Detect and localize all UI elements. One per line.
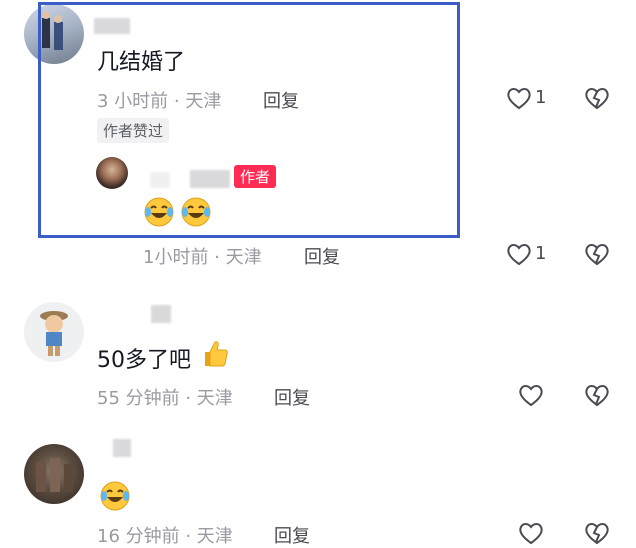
comment-text: 50多了吧	[97, 348, 191, 373]
reply-button[interactable]: 回复	[274, 522, 310, 548]
heart-icon[interactable]	[517, 381, 545, 409]
dislike-heart-icon[interactable]	[583, 381, 611, 409]
avatar[interactable]	[24, 302, 84, 362]
heart-icon[interactable]	[505, 84, 533, 112]
dislike-heart-icon[interactable]	[583, 240, 611, 268]
comment-meta: 16 分钟前 · 天津	[97, 526, 233, 547]
reply-button[interactable]: 回复	[274, 384, 310, 410]
comment-meta: 1小时前 · 天津	[143, 247, 262, 268]
thumbs-up-emoji	[205, 341, 228, 367]
reply-button[interactable]: 回复	[304, 243, 340, 269]
dislike-heart-icon[interactable]	[583, 84, 611, 112]
dislike-heart-icon[interactable]	[583, 519, 611, 547]
username-blurred	[113, 439, 131, 457]
heart-icon[interactable]	[505, 240, 533, 268]
highlight-box	[38, 2, 460, 238]
comment-meta: 55 分钟前 · 天津	[97, 388, 233, 409]
heart-icon[interactable]	[517, 519, 545, 547]
like-count: 1	[535, 87, 547, 108]
avatar[interactable]	[24, 444, 84, 504]
username-blurred	[151, 305, 171, 323]
laugh-cry-emoji	[100, 481, 130, 511]
like-count: 1	[535, 243, 547, 264]
